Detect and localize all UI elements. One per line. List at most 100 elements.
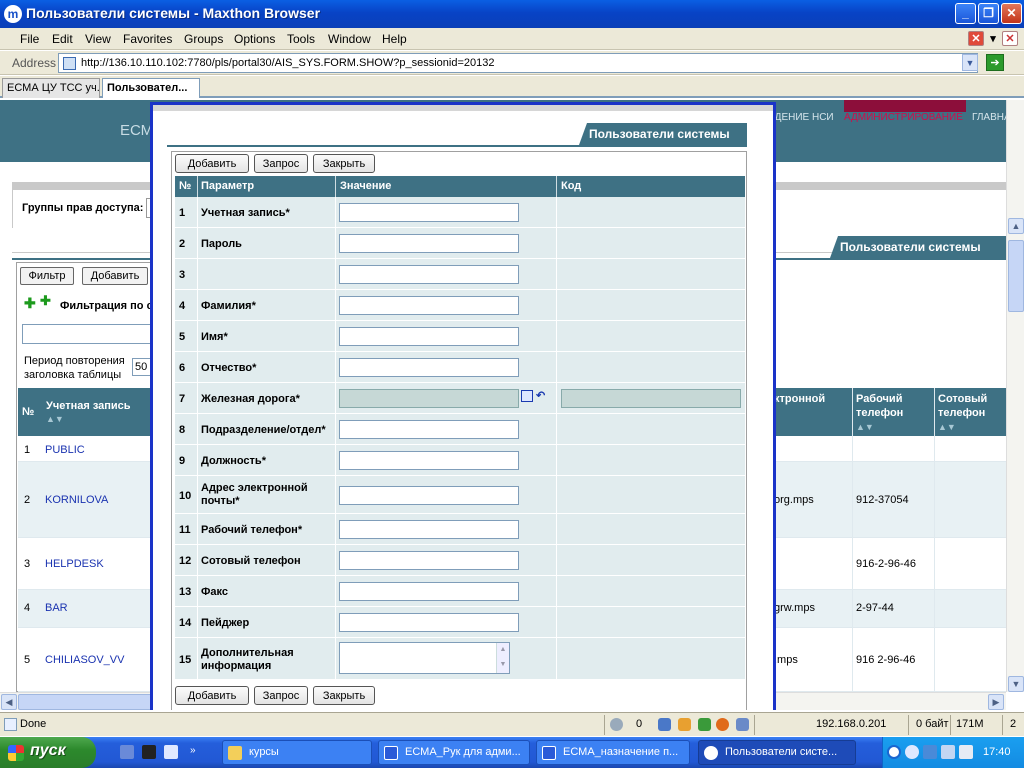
patronymic-input[interactable] <box>339 358 519 377</box>
quicklaunch-explorer-icon[interactable] <box>164 745 178 759</box>
query-button-bottom[interactable]: Запрос <box>254 686 308 705</box>
form-row-patronymic: 6 Отчество* <box>175 352 745 383</box>
restore-button[interactable]: ❐ <box>978 3 999 24</box>
tab-users[interactable]: Пользовател... <box>102 78 200 98</box>
add-filter-group-icon[interactable]: ✚ <box>40 293 51 309</box>
tray-maxthon-icon[interactable] <box>905 745 919 759</box>
filter-input[interactable] <box>22 324 156 344</box>
pager-input[interactable] <box>339 613 519 632</box>
textarea-scroll-down-icon[interactable]: ▼ <box>496 658 509 673</box>
modal-tab[interactable]: Пользователи системы <box>579 123 747 145</box>
tab-esma[interactable]: ЕСМА ЦУ ТСС уч... <box>2 78 100 98</box>
add-button[interactable]: Добавить <box>175 154 249 173</box>
minimize-button[interactable]: _ <box>955 3 976 24</box>
sort-icon[interactable]: ▲▼ <box>938 422 956 432</box>
address-input[interactable]: http://136.10.110.102:7780/pls/portal30/… <box>58 53 978 73</box>
position-input[interactable] <box>339 451 519 470</box>
menu-view[interactable]: View <box>85 32 111 46</box>
scroll-right-icon[interactable]: ▶ <box>988 694 1004 710</box>
list-picker-icon[interactable] <box>521 390 533 402</box>
email-input[interactable] <box>339 486 519 505</box>
nav-home-link[interactable]: ГЛАВНАЯ <box>972 112 1006 123</box>
clock[interactable]: 17:40 <box>983 746 1011 758</box>
lastname-input[interactable] <box>339 296 519 315</box>
menu-options[interactable]: Options <box>234 32 275 46</box>
password-input[interactable] <box>339 234 519 253</box>
start-button[interactable]: пуск <box>0 737 96 768</box>
firstname-input[interactable] <box>339 327 519 346</box>
textarea-scroll-up-icon[interactable]: ▲ <box>496 643 509 658</box>
close-tab-icon[interactable]: ✕ <box>968 31 984 46</box>
address-dropdown-icon[interactable]: ▼ <box>962 54 978 71</box>
scroll-down-icon[interactable]: ▼ <box>1008 676 1024 692</box>
network-icon[interactable] <box>658 718 671 731</box>
work-phone-input[interactable] <box>339 520 519 539</box>
menu-help[interactable]: Help <box>382 32 407 46</box>
screen-icon[interactable] <box>736 718 749 731</box>
add-filter-icon[interactable]: ✚ <box>24 295 36 312</box>
popup-blocker-icon[interactable] <box>678 718 691 731</box>
bg-add-button[interactable]: Добавить <box>82 267 148 285</box>
row-no: 11 <box>179 524 191 536</box>
tray-expand-icon[interactable] <box>887 745 901 759</box>
password-confirm-input[interactable] <box>339 265 519 284</box>
vertical-scroll-thumb[interactable] <box>1008 240 1024 312</box>
account-link[interactable]: HELPDESK <box>45 558 104 570</box>
filter-button[interactable]: Фильтр <box>20 267 74 285</box>
close-form-button[interactable]: Закрыть <box>313 154 375 173</box>
taskbar-word-doc2[interactable]: ЕСМА_назначение п... <box>536 740 690 765</box>
menu-edit[interactable]: Edit <box>52 32 73 46</box>
bg-page-tab[interactable]: Пользователи системы <box>830 236 1006 258</box>
account-link[interactable]: CHILIASOV_VV <box>45 654 124 666</box>
taskbar-maxthon[interactable]: Пользователи систе... <box>698 740 856 765</box>
status-window-count: 2 <box>1010 718 1017 730</box>
account-link[interactable]: PUBLIC <box>45 444 85 456</box>
tab-menu-icon[interactable]: ▾ <box>988 32 998 47</box>
word-icon <box>542 746 556 760</box>
close-all-icon[interactable]: ✕ <box>1002 31 1018 46</box>
sort-icon[interactable]: ▲▼ <box>46 414 64 424</box>
tray-network-icon[interactable] <box>923 745 937 759</box>
horizontal-scroll-thumb[interactable] <box>18 694 170 710</box>
clear-value-icon[interactable]: ↶ <box>536 389 545 402</box>
recycle-icon[interactable] <box>610 718 623 731</box>
tray-display-icon[interactable] <box>941 745 955 759</box>
menu-groups[interactable]: Groups <box>184 32 223 46</box>
menu-window[interactable]: Window <box>328 32 371 46</box>
add-button-bottom[interactable]: Добавить <box>175 686 249 705</box>
field-label: Сотовый телефон <box>201 555 301 567</box>
tray-phone-icon[interactable] <box>959 745 973 759</box>
plugin-icon[interactable] <box>716 718 729 731</box>
close-button[interactable]: ✕ <box>1001 3 1022 24</box>
sort-icon[interactable]: ▲▼ <box>856 422 874 432</box>
department-input[interactable] <box>339 420 519 439</box>
close-form-button-bottom[interactable]: Закрыть <box>313 686 375 705</box>
cell-sep <box>556 321 557 351</box>
cell-sep <box>556 383 557 413</box>
form-row-account: 1 Учетная запись* <box>175 197 745 228</box>
nav-nsi-link[interactable]: ЕДЕНИЕ НСИ <box>768 112 834 123</box>
vertical-scrollbar[interactable]: ▲ ▼ <box>1006 100 1024 692</box>
account-link[interactable]: BAR <box>45 602 68 614</box>
scroll-left-icon[interactable]: ◀ <box>1 694 17 710</box>
cell-sep <box>556 576 557 606</box>
fax-input[interactable] <box>339 582 519 601</box>
taskbar-folder-courses[interactable]: курсы <box>222 740 372 765</box>
quicklaunch-desktop-icon[interactable] <box>120 745 134 759</box>
quicklaunch-more-icon[interactable]: » <box>190 745 196 756</box>
taskbar-word-doc1[interactable]: ЕСМА_Рук для адми... <box>378 740 530 765</box>
extra-info-textarea[interactable]: ▲ ▼ <box>339 642 510 674</box>
menu-tools[interactable]: Tools <box>287 32 315 46</box>
mobile-input[interactable] <box>339 551 519 570</box>
nav-admin-link[interactable]: АДМИНИСТРИРОВАНИЕ <box>844 112 963 123</box>
quicklaunch-cmd-icon[interactable] <box>142 745 156 759</box>
menu-file[interactable]: File <box>20 32 39 46</box>
header-sep <box>335 176 336 197</box>
ad-hunter-icon[interactable] <box>698 718 711 731</box>
menu-favorites[interactable]: Favorites <box>123 32 172 46</box>
go-icon[interactable]: ➔ <box>986 54 1004 71</box>
query-button[interactable]: Запрос <box>254 154 308 173</box>
account-input[interactable] <box>339 203 519 222</box>
scroll-up-icon[interactable]: ▲ <box>1008 218 1024 234</box>
account-link[interactable]: KORNILOVA <box>45 494 108 506</box>
